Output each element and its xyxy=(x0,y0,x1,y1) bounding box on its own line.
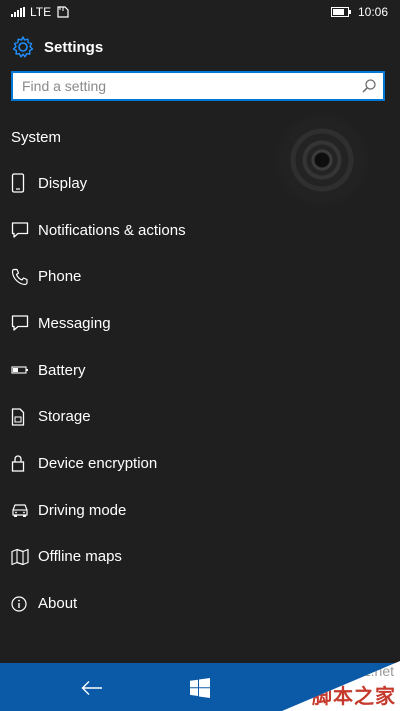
back-arrow-icon xyxy=(81,681,102,695)
menu-item-label: Offline maps xyxy=(38,548,122,566)
lock-icon xyxy=(11,453,29,473)
phone-icon xyxy=(11,267,29,287)
search-box[interactable] xyxy=(11,71,385,101)
start-button[interactable] xyxy=(186,674,214,702)
notifications-icon xyxy=(11,220,29,240)
menu-item-label: Display xyxy=(38,174,88,192)
storage-icon xyxy=(11,407,29,427)
menu-item-label: Storage xyxy=(38,408,91,426)
map-icon xyxy=(11,547,29,567)
menu-item-battery[interactable]: Battery xyxy=(0,347,400,394)
windows-icon xyxy=(190,678,210,698)
gear-icon xyxy=(12,36,34,58)
status-bar: LTE 10:06 xyxy=(0,0,400,24)
menu-item-label: Battery xyxy=(38,361,86,379)
page-header: Settings xyxy=(11,36,103,58)
menu-item-notifications[interactable]: Notifications & actions xyxy=(0,207,400,254)
menu-item-offline-maps[interactable]: Offline maps xyxy=(0,534,400,581)
battery-status-icon xyxy=(330,7,351,17)
car-icon xyxy=(11,500,29,520)
info-icon xyxy=(11,594,29,614)
section-title: System xyxy=(11,129,62,146)
menu-item-label: About xyxy=(38,595,78,613)
clock: 10:06 xyxy=(357,5,388,19)
menu-item-label: Phone xyxy=(38,268,82,286)
menu-item-storage[interactable]: Storage xyxy=(0,393,400,440)
display-icon xyxy=(11,173,29,193)
settings-menu: Display Notifications & actions Phone Me… xyxy=(0,160,400,627)
menu-item-label: Device encryption xyxy=(38,454,158,472)
search-input[interactable] xyxy=(13,73,355,99)
menu-item-driving-mode[interactable]: Driving mode xyxy=(0,487,400,534)
menu-item-about[interactable]: About xyxy=(0,580,400,627)
menu-item-messaging[interactable]: Messaging xyxy=(0,300,400,347)
menu-item-label: Driving mode xyxy=(38,501,127,519)
menu-item-phone[interactable]: Phone xyxy=(0,253,400,300)
back-button[interactable] xyxy=(78,674,106,702)
sim-icon xyxy=(57,6,69,18)
battery-icon xyxy=(11,360,29,380)
status-right: 10:06 xyxy=(330,5,388,19)
menu-item-label: Messaging xyxy=(38,314,111,332)
page-title: Settings xyxy=(44,38,104,56)
network-type: LTE xyxy=(30,5,52,19)
messaging-icon xyxy=(11,313,29,333)
search-icon[interactable] xyxy=(355,72,383,100)
signal-icon xyxy=(11,7,25,17)
menu-item-display[interactable]: Display xyxy=(0,160,400,207)
menu-item-label: Notifications & actions xyxy=(38,221,186,239)
menu-item-device-encryption[interactable]: Device encryption xyxy=(0,440,400,487)
status-left: LTE xyxy=(11,5,70,19)
